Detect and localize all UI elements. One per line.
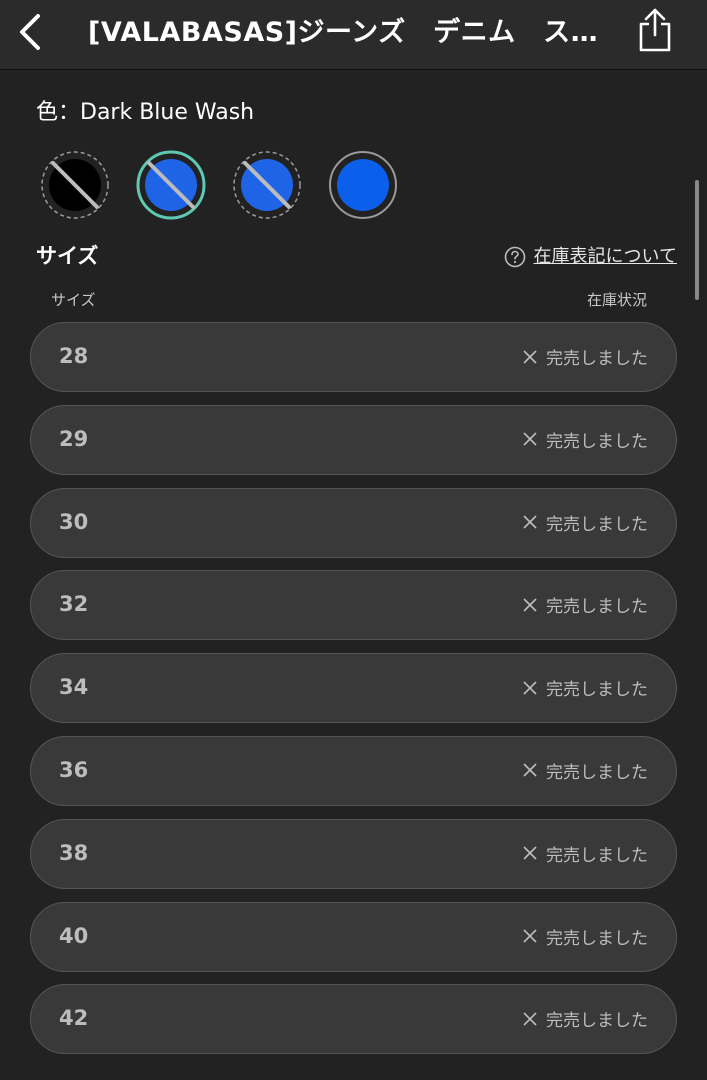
stock-status: 完売しました xyxy=(522,820,648,887)
stock-status-text: 完売しました xyxy=(546,680,648,701)
size-value: 40 xyxy=(59,923,89,948)
stock-status: 完売しました xyxy=(522,323,648,390)
share-icon xyxy=(639,8,671,52)
stock-status-text: 完売しました xyxy=(546,431,648,452)
stock-status: 完売しました xyxy=(522,903,648,970)
stock-help-text: 在庫表記について xyxy=(533,246,677,267)
close-icon xyxy=(523,681,537,695)
size-row[interactable]: 38 完売しました xyxy=(30,818,677,889)
column-header-size: サイズ xyxy=(51,291,96,309)
column-header-stock: 在庫状況 xyxy=(586,291,647,309)
chevron-left-icon xyxy=(20,14,40,50)
stock-status-text: 完売しました xyxy=(546,928,648,949)
size-value: 30 xyxy=(59,509,89,534)
stock-help-link[interactable]: 在庫表記について xyxy=(504,244,677,270)
stock-status-text: 完売しました xyxy=(546,762,648,783)
stock-status: 完売しました xyxy=(522,406,648,473)
size-value: 38 xyxy=(59,840,89,865)
close-icon xyxy=(523,1012,537,1026)
stock-status-text: 完売しました xyxy=(546,514,648,535)
stock-status: 完売しました xyxy=(522,737,648,804)
stock-status: 完売しました xyxy=(522,571,648,638)
size-row[interactable]: 42 完売しました xyxy=(30,984,677,1055)
size-value: 36 xyxy=(59,757,89,782)
close-icon xyxy=(523,598,537,612)
color-swatch-black-1[interactable] xyxy=(40,150,110,220)
size-row[interactable]: 34 完売しました xyxy=(30,653,677,724)
size-row[interactable]: 40 完売しました xyxy=(30,901,677,972)
color-label: 色：Dark Blue Wash xyxy=(36,100,255,125)
stock-status-text: 完売しました xyxy=(546,845,648,866)
scrollbar[interactable] xyxy=(695,180,699,300)
color-swatch-blue-3[interactable] xyxy=(232,150,302,220)
color-swatches xyxy=(40,150,398,222)
stock-status: 完売しました xyxy=(522,985,648,1052)
color-swatch-blue-4[interactable] xyxy=(328,150,398,220)
close-icon xyxy=(523,763,537,778)
page-title: [VALABASAS]ジーンズ デニム ス… xyxy=(88,17,598,48)
size-row[interactable]: 29 完売しました xyxy=(30,404,677,475)
size-row[interactable]: 30 完売しました xyxy=(30,487,677,558)
stock-status: 完売しました xyxy=(522,654,648,721)
size-section-title: サイズ xyxy=(36,244,99,268)
size-value: 29 xyxy=(59,426,89,451)
close-icon xyxy=(523,349,537,364)
back-button[interactable] xyxy=(10,8,50,56)
share-button[interactable] xyxy=(630,4,680,56)
size-list: 28 完売しました 29 完売しました 30 完売しました 32 完売しました … xyxy=(30,322,677,1067)
header-bar: [VALABASAS]ジーンズ デニム ス… xyxy=(0,0,707,70)
size-row[interactable]: 36 完売しました xyxy=(30,735,677,806)
stock-status-text: 完売しました xyxy=(546,349,648,369)
size-value: 42 xyxy=(59,1006,89,1031)
size-row[interactable]: 32 完売しました xyxy=(30,570,677,641)
question-circle-icon xyxy=(504,246,525,268)
close-icon xyxy=(523,515,537,529)
close-icon xyxy=(523,432,537,446)
stock-status-text: 完売しました xyxy=(546,1011,648,1032)
size-value: 28 xyxy=(59,344,89,368)
size-value: 34 xyxy=(59,675,89,700)
size-value: 32 xyxy=(59,592,89,617)
color-swatch-blue-2[interactable] xyxy=(136,150,206,220)
stock-status: 完売しました xyxy=(522,489,648,556)
close-icon xyxy=(523,846,537,860)
size-row[interactable]: 28 完売しました xyxy=(30,322,677,392)
stock-status-text: 完売しました xyxy=(546,597,648,618)
close-icon xyxy=(523,929,537,943)
